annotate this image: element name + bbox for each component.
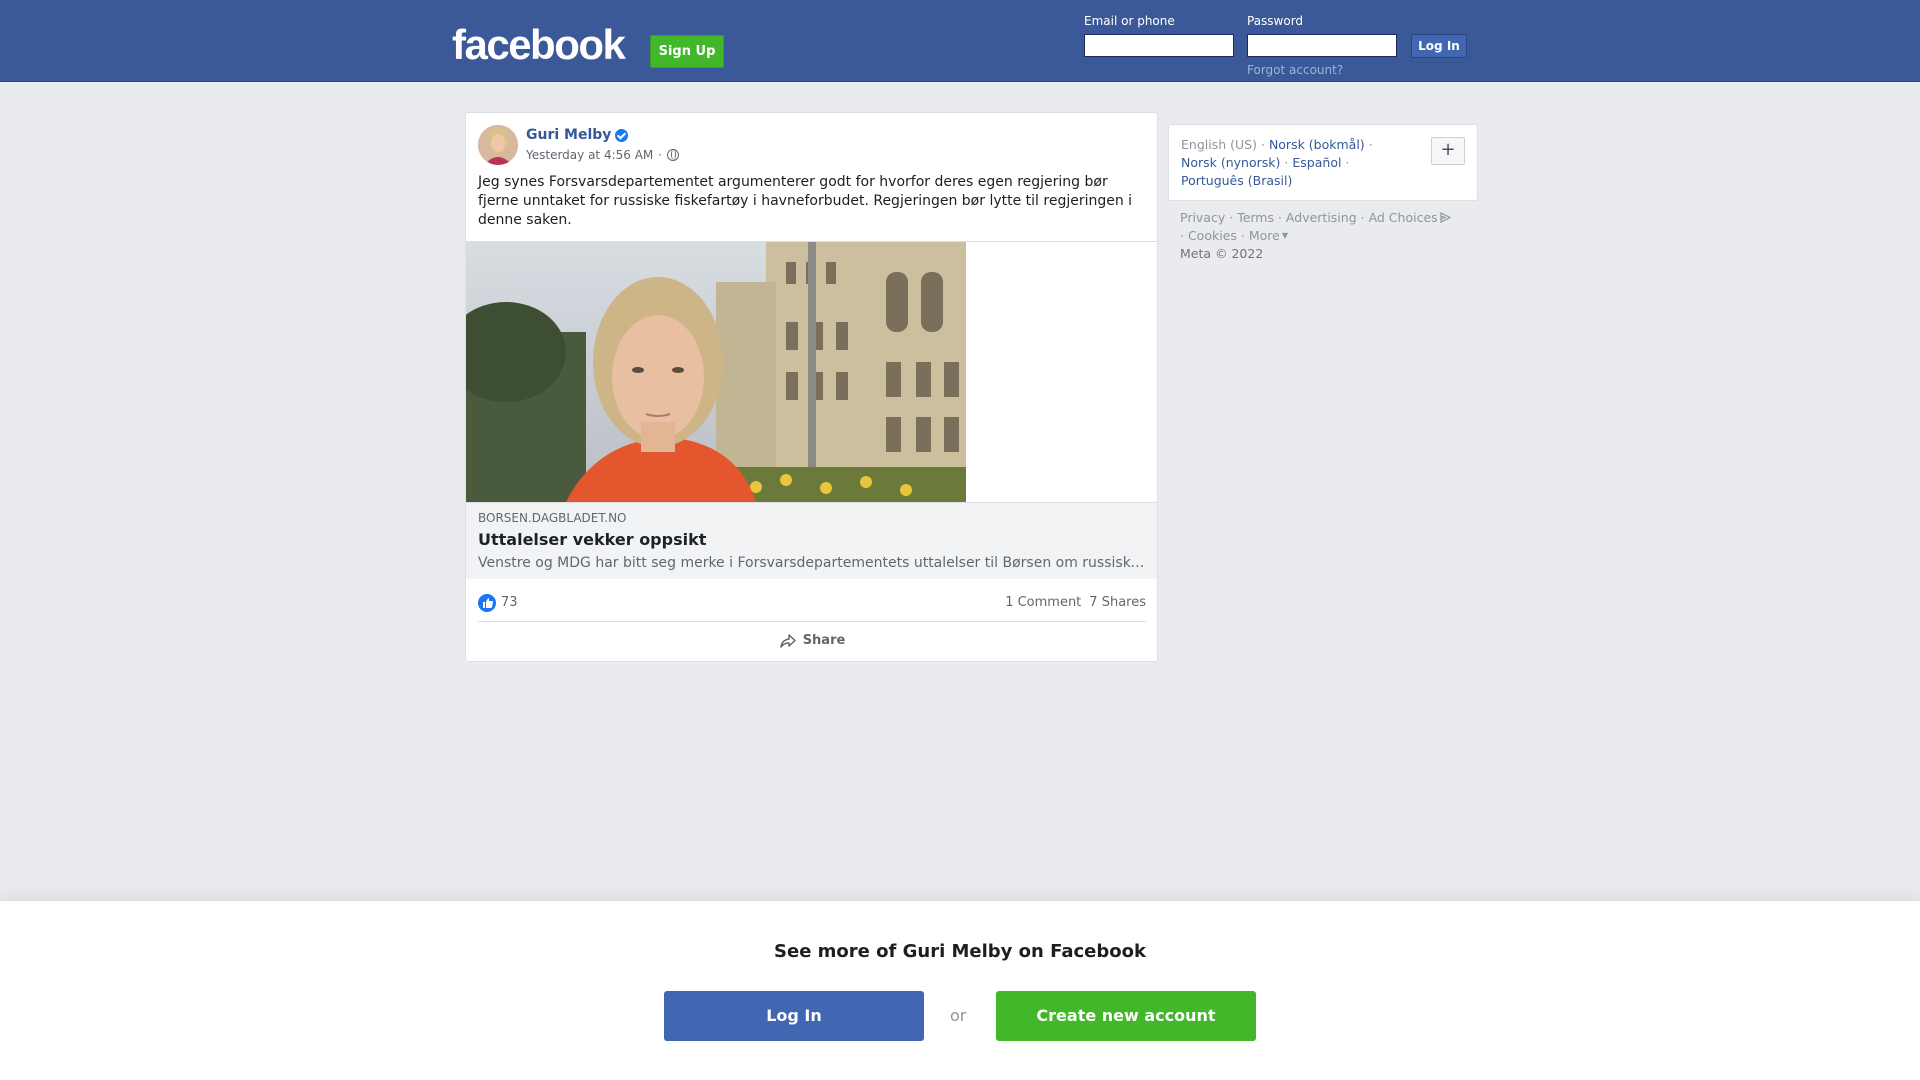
author-name-text: Guri Melby bbox=[526, 127, 612, 143]
email-label: Email or phone bbox=[1084, 14, 1175, 28]
footer-link-privacy[interactable]: Privacy bbox=[1180, 210, 1225, 225]
login-prompt-banner: See more of Guri Melby on Facebook Log I… bbox=[0, 900, 1920, 1080]
password-field-group: Password bbox=[1247, 14, 1397, 57]
banner-title: See more of Guri Melby on Facebook bbox=[774, 941, 1146, 962]
link-preview[interactable]: BORSEN.DAGBLADET.NO Uttalelser vekker op… bbox=[466, 241, 1157, 579]
like-count[interactable]: 73 bbox=[501, 595, 518, 610]
like-reaction-icon[interactable] bbox=[478, 594, 496, 612]
post-timestamp[interactable]: Yesterday at 4:56 AM bbox=[526, 148, 653, 162]
post-card: Guri Melby Yesterday at 4:56 AM · Jeg sy… bbox=[465, 112, 1158, 662]
share-count[interactable]: 7 Shares bbox=[1089, 595, 1146, 610]
language-link[interactable]: Español bbox=[1292, 155, 1341, 170]
email-input[interactable] bbox=[1084, 34, 1234, 57]
language-selector: English (US) · Norsk (bokmål) · Norsk (nyno… bbox=[1168, 124, 1478, 201]
forgot-account-link[interactable]: Forgot account? bbox=[1247, 63, 1343, 77]
post-meta: Yesterday at 4:56 AM · bbox=[526, 148, 680, 162]
post-stats: 73 1 Comment 7 Shares bbox=[478, 591, 1146, 615]
language-link[interactable]: Norsk (bokmål) bbox=[1269, 137, 1365, 152]
post-stats-right: 1 Comment 7 Shares bbox=[1005, 595, 1146, 610]
current-language: English (US) bbox=[1181, 137, 1257, 152]
ad-choices-icon bbox=[1440, 212, 1451, 223]
verified-badge-icon bbox=[615, 128, 629, 142]
footer-links: Privacy · Terms · Advertising · Ad Choic… bbox=[1180, 209, 1480, 263]
footer-link-cookies[interactable]: Cookies bbox=[1188, 228, 1237, 243]
share-button[interactable]: Share bbox=[478, 621, 1146, 659]
password-input[interactable] bbox=[1247, 34, 1397, 57]
post-text: Jeg synes Forsvarsdepartementet argument… bbox=[478, 174, 1133, 228]
signup-button[interactable]: Sign Up bbox=[650, 35, 724, 68]
footer-link-terms[interactable]: Terms bbox=[1237, 210, 1274, 225]
add-language-button[interactable]: + bbox=[1431, 137, 1465, 165]
copyright: Meta © 2022 bbox=[1180, 246, 1264, 261]
author-name[interactable]: Guri Melby bbox=[526, 127, 629, 143]
password-label: Password bbox=[1247, 14, 1304, 28]
share-label: Share bbox=[802, 633, 846, 648]
email-field-group: Email or phone bbox=[1084, 14, 1234, 57]
footer-link-advertising[interactable]: Advertising bbox=[1286, 210, 1357, 225]
top-navigation-bar: facebook Sign Up Email or phone Password… bbox=[0, 0, 1920, 82]
facebook-logo[interactable]: facebook bbox=[452, 24, 626, 66]
language-link[interactable]: Norsk (nynorsk) bbox=[1181, 155, 1280, 170]
banner-login-button[interactable]: Log In bbox=[664, 991, 924, 1041]
header-login-button[interactable]: Log In bbox=[1411, 34, 1467, 58]
link-preview-image[interactable] bbox=[466, 242, 966, 502]
globe-icon bbox=[667, 149, 680, 161]
link-headline: Uttalelser vekker oppsikt bbox=[478, 530, 707, 549]
link-preview-info[interactable]: BORSEN.DAGBLADET.NO Uttalelser vekker op… bbox=[466, 502, 1157, 579]
footer-link-ad-choices[interactable]: Ad Choices bbox=[1369, 210, 1438, 225]
link-description: Venstre og MDG har bitt seg merke i Fors… bbox=[478, 555, 1146, 571]
link-domain: BORSEN.DAGBLADET.NO bbox=[478, 511, 627, 525]
language-link[interactable]: Português (Brasil) bbox=[1181, 173, 1292, 188]
language-list: English (US) · Norsk (bokmål) · Norsk (nyno… bbox=[1181, 137, 1373, 188]
share-icon bbox=[779, 633, 796, 648]
footer-link-more[interactable]: More bbox=[1249, 228, 1280, 243]
meta-separator: · bbox=[658, 148, 663, 162]
create-account-button[interactable]: Create new account bbox=[996, 991, 1256, 1041]
comment-count[interactable]: 1 Comment bbox=[1005, 595, 1081, 610]
more-caret-icon: ▼ bbox=[1281, 231, 1288, 240]
author-avatar[interactable] bbox=[478, 125, 518, 165]
or-separator: or bbox=[950, 1006, 967, 1025]
